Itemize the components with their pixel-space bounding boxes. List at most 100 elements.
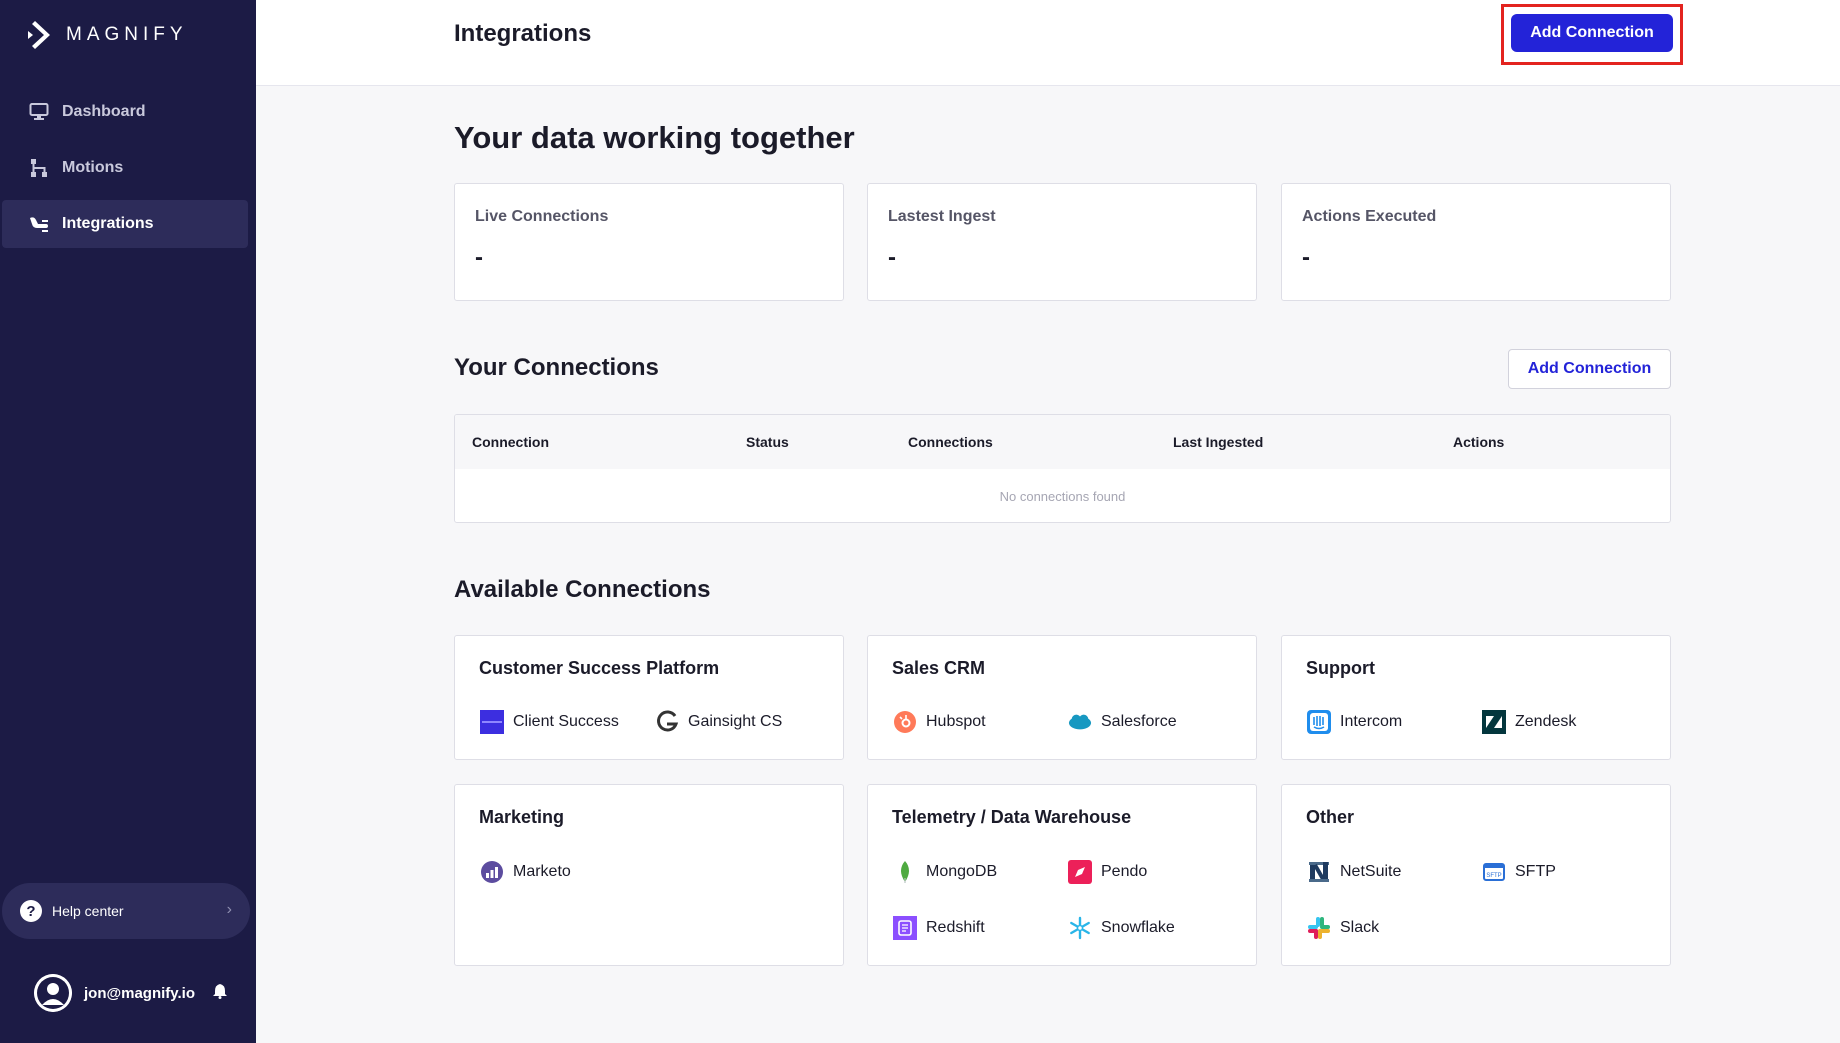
column-header-connection[interactable]: Connection [472,434,549,450]
integration-label: Zendesk [1515,713,1577,730]
help-icon: ? [20,900,42,922]
zendesk-icon [1482,710,1506,734]
category-card-customer-success: Customer Success Platform Client Success… [454,635,844,760]
user-menu[interactable]: jon@magnify.io [34,974,228,1012]
sidebar-item-motions[interactable]: Motions [2,144,248,192]
sidebar-item-label: Motions [62,159,124,176]
stat-label: Lastest Ingest [888,208,996,225]
integration-label: Pendo [1101,863,1148,880]
clientsuccess-icon [480,710,504,734]
integration-netsuite[interactable]: NetSuite [1307,860,1401,884]
connections-title: Your Connections [454,354,659,381]
add-connection-secondary-button[interactable]: Add Connection [1508,349,1671,389]
monitor-icon [28,101,50,123]
motions-icon [28,157,50,179]
integration-label: Intercom [1340,713,1403,730]
bell-icon[interactable] [213,983,228,1003]
add-connection-button[interactable]: Add Connection [1511,14,1673,52]
avatar [34,974,72,1012]
sidebar-nav: Dashboard Motions Integrations [0,88,256,256]
column-header-actions: Actions [1453,434,1505,450]
integration-intercom[interactable]: Intercom [1307,710,1402,734]
stat-card-live-connections: Live Connections - [454,183,844,301]
category-title: Other [1306,807,1355,827]
integration-sftp[interactable]: SFTP SFTP [1482,860,1556,884]
redshift-icon [893,916,917,940]
integration-hubspot[interactable]: Hubspot [893,710,986,734]
table-header: Connection Status Connections Last Inges… [455,415,1670,469]
salesforce-icon [1068,710,1092,734]
integration-gainsight[interactable]: Gainsight CS [655,710,782,734]
intercom-icon [1307,710,1331,734]
sftp-icon: SFTP [1482,860,1506,884]
empty-state: No connections found [999,489,1126,504]
user-email: jon@magnify.io [84,984,196,1002]
stat-value: - [888,244,896,271]
category-title: Support [1306,658,1375,678]
integration-label: Gainsight CS [688,713,783,730]
integration-label: NetSuite [1340,863,1402,880]
integration-redshift[interactable]: Redshift [893,916,985,940]
category-title: Customer Success Platform [479,658,720,678]
marketo-icon [480,860,504,884]
integration-label: Slack [1340,919,1380,936]
magnify-logo-icon [28,21,50,49]
sidebar-item-label: Dashboard [62,103,146,120]
mongodb-icon [893,860,917,884]
sidebar-item-dashboard[interactable]: Dashboard [2,88,248,136]
connections-table: Connection Status Connections Last Inges… [454,414,1671,523]
slack-icon [1307,916,1331,940]
category-title: Telemetry / Data Warehouse [892,807,1132,827]
integration-label: MongoDB [926,863,998,880]
snowflake-icon [1068,916,1092,940]
hubspot-icon [893,710,917,734]
stat-label: Actions Executed [1302,208,1437,225]
hero-title: Your data working together [454,120,855,155]
brand-logo[interactable]: MAGNIFY [26,20,188,50]
category-title: Marketing [479,807,565,827]
column-header-last-ingested[interactable]: Last Ingested [1173,434,1263,450]
sidebar: MAGNIFY Dashboard Motions Integrations ?… [0,0,256,1043]
sidebar-item-label: Integrations [62,215,154,232]
category-card-telemetry: Telemetry / Data Warehouse MongoDB Pendo… [867,784,1257,966]
brand-name: MAGNIFY [66,24,188,45]
integration-slack[interactable]: Slack [1307,916,1379,940]
svg-text:SFTP: SFTP [1486,873,1501,879]
netsuite-icon [1307,860,1331,884]
integration-label: Hubspot [926,713,986,730]
gainsight-icon [655,710,679,734]
chevron-right-icon: › [226,901,232,918]
integration-label: Snowflake [1101,919,1175,936]
integration-marketo[interactable]: Marketo [480,860,571,884]
sidebar-item-integrations[interactable]: Integrations [2,200,248,248]
page-title: Integrations [454,20,592,47]
category-card-sales-crm: Sales CRM Hubspot Salesforce [867,635,1257,760]
integration-salesforce[interactable]: Salesforce [1068,710,1177,734]
integration-label: Redshift [926,919,985,936]
page-header: Integrations Add Connection [256,0,1840,86]
integration-label: SFTP [1515,863,1556,880]
available-title: Available Connections [454,576,711,603]
category-card-other: Other NetSuite SFTP SFTP Slack [1281,784,1671,966]
column-header-status[interactable]: Status [746,434,789,450]
category-title: Sales CRM [892,658,986,678]
integration-label: Marketo [513,863,571,880]
help-center-button[interactable]: ? Help center › [2,883,250,939]
integration-client-success[interactable]: Client Success [480,710,619,734]
integration-zendesk[interactable]: Zendesk [1482,710,1576,734]
category-card-marketing: Marketing Marketo [454,784,844,966]
stat-value: - [1302,244,1310,271]
help-center-label: Help center [52,903,124,919]
pendo-icon [1068,860,1092,884]
integrations-icon [28,213,50,235]
integration-snowflake[interactable]: Snowflake [1068,916,1175,940]
stat-label: Live Connections [475,208,609,225]
integration-mongodb[interactable]: MongoDB [893,860,997,884]
integration-pendo[interactable]: Pendo [1068,860,1147,884]
integration-label: Client Success [513,713,619,730]
integration-label: Salesforce [1101,713,1177,730]
stat-value: - [475,244,483,271]
column-header-connections[interactable]: Connections [908,434,993,450]
category-card-support: Support Intercom Zendesk [1281,635,1671,760]
stat-card-latest-ingest: Lastest Ingest - [867,183,1257,301]
